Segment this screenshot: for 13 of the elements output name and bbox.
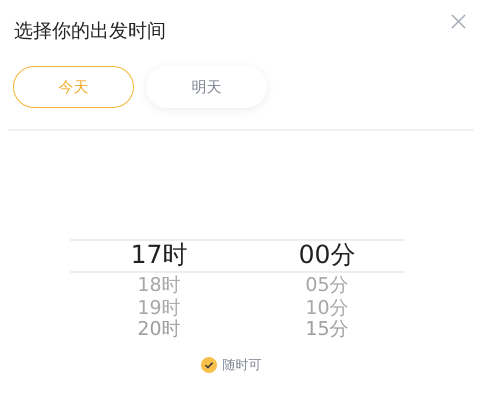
day-tab[interactable]: 今天 xyxy=(13,66,134,108)
checkbox-label: 随时可 xyxy=(222,357,262,374)
picker-option[interactable]: 15分 xyxy=(305,320,349,339)
day-tab[interactable]: 明天 xyxy=(146,66,267,108)
picker-option[interactable]: 00分 xyxy=(298,239,356,271)
checkbox[interactable] xyxy=(200,357,216,373)
picker-option[interactable]: 19时 xyxy=(137,297,181,320)
picker-option[interactable]: 05分 xyxy=(305,274,349,297)
picker-option[interactable]: 20时 xyxy=(137,320,181,339)
picker-option[interactable]: 18时 xyxy=(137,274,181,297)
sheet-title: 选择你的出发时间 xyxy=(14,19,166,44)
picker-option[interactable]: 17时 xyxy=(130,239,188,271)
picker-option[interactable]: 10分 xyxy=(305,297,349,320)
